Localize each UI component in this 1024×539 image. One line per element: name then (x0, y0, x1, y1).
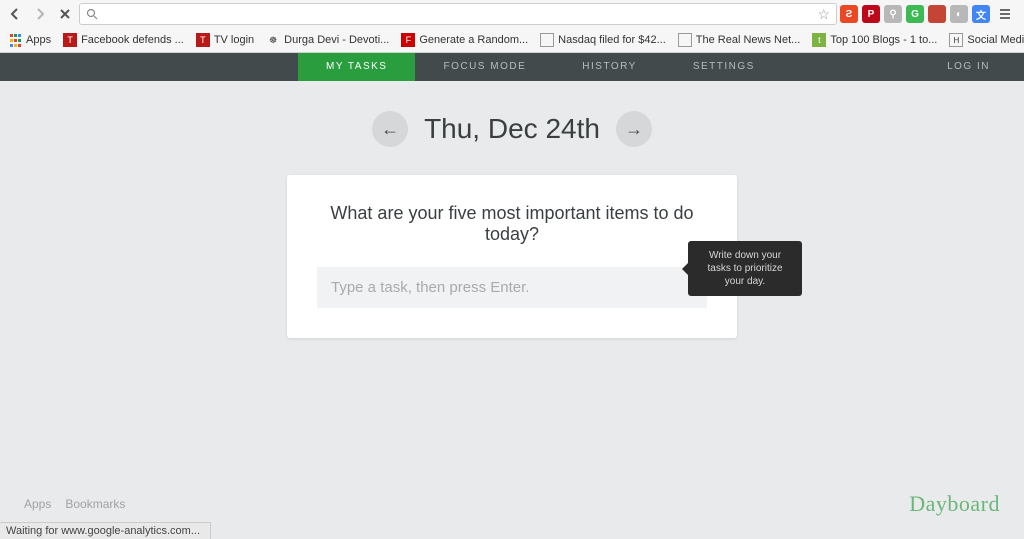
favicon: F (401, 33, 415, 47)
bookmark-item[interactable]: Nasdaq filed for $42... (536, 31, 670, 49)
tab-history[interactable]: HISTORY (554, 53, 665, 81)
search-icon (86, 8, 98, 20)
bookmark-item[interactable]: The Real News Net... (674, 31, 805, 49)
bookmark-item[interactable]: T Facebook defends ... (59, 31, 188, 49)
card-title: What are your five most important items … (317, 203, 707, 245)
tab-settings[interactable]: SETTINGS (665, 53, 783, 81)
address-bar[interactable]: ☆ (79, 3, 837, 25)
star-icon[interactable]: ☆ (817, 6, 830, 23)
apps-shortcut[interactable]: Apps (4, 31, 55, 49)
task-input[interactable] (317, 267, 707, 308)
favicon: t (812, 33, 826, 47)
bookmark-label: Top 100 Blogs - 1 to... (830, 34, 937, 46)
bookmark-bar: Apps T Facebook defends ... T TV login ☸ Du… (0, 28, 1024, 52)
bookmark-item[interactable]: t Top 100 Blogs - 1 to... (808, 31, 941, 49)
task-card: What are your five most important items … (287, 175, 737, 338)
app-nav: MY TASKS FOCUS MODE HISTORY SETTINGS LOG… (0, 53, 1024, 81)
tab-focus-mode[interactable]: FOCUS MODE (415, 53, 554, 81)
footer-links: Apps Bookmarks (24, 497, 125, 511)
bookmark-label: Durga Devi - Devoti... (284, 34, 389, 46)
date-label: Thu, Dec 24th (424, 113, 600, 145)
brand-logo: Dayboard (909, 491, 1000, 517)
footer-bookmarks-link[interactable]: Bookmarks (65, 497, 125, 511)
stumbleupon-icon[interactable]: Ƨ (840, 5, 858, 23)
browser-chrome: ☆ Ƨ P ⚲ G ◐ 文 Apps T Facebook defends ...… (0, 0, 1024, 53)
extension-icon[interactable] (928, 5, 946, 23)
prev-day-button[interactable]: ← (372, 111, 408, 147)
pinterest-icon[interactable]: P (862, 5, 880, 23)
favicon: H (949, 33, 963, 47)
bookmark-item[interactable]: ☸ Durga Devi - Devoti... (262, 31, 393, 49)
extension-icon[interactable]: ◐ (950, 5, 968, 23)
favicon: T (63, 33, 77, 47)
forward-button[interactable] (29, 3, 51, 25)
status-bar: Waiting for www.google-analytics.com... (0, 522, 211, 539)
menu-button[interactable] (994, 3, 1016, 25)
back-button[interactable] (4, 3, 26, 25)
content-area: ← Thu, Dec 24th → What are your five mos… (0, 111, 1024, 338)
bookmark-label: The Real News Net... (696, 34, 801, 46)
bookmark-label: Facebook defends ... (81, 34, 184, 46)
bookmark-item[interactable]: T TV login (192, 31, 258, 49)
favicon: ☸ (266, 33, 280, 47)
translate-icon[interactable]: 文 (972, 5, 990, 23)
tab-my-tasks[interactable]: MY TASKS (298, 53, 415, 81)
extension-icon[interactable]: ⚲ (884, 5, 902, 23)
bookmark-label: Social Media News ... (967, 34, 1024, 46)
bookmark-item[interactable]: H Social Media News ... (945, 31, 1024, 49)
bookmark-label: Generate a Random... (419, 34, 528, 46)
favicon: T (196, 33, 210, 47)
extensions-row: Ƨ P ⚲ G ◐ 文 (840, 3, 1020, 25)
browser-toolbar: ☆ Ƨ P ⚲ G ◐ 文 (0, 0, 1024, 28)
bookmark-label: TV login (214, 34, 254, 46)
apps-icon (8, 33, 22, 47)
next-day-button[interactable]: → (616, 111, 652, 147)
grammarly-icon[interactable]: G (906, 5, 924, 23)
tooltip: Write down your tasks to prioritize your… (688, 241, 802, 296)
footer-apps-link[interactable]: Apps (24, 497, 51, 511)
date-navigator: ← Thu, Dec 24th → (0, 111, 1024, 147)
page-icon (540, 33, 554, 47)
apps-label: Apps (26, 34, 51, 46)
page-icon (678, 33, 692, 47)
stop-button[interactable] (54, 3, 76, 25)
bookmark-label: Nasdaq filed for $42... (558, 34, 666, 46)
bookmark-item[interactable]: F Generate a Random... (397, 31, 532, 49)
login-link[interactable]: LOG IN (947, 53, 990, 81)
